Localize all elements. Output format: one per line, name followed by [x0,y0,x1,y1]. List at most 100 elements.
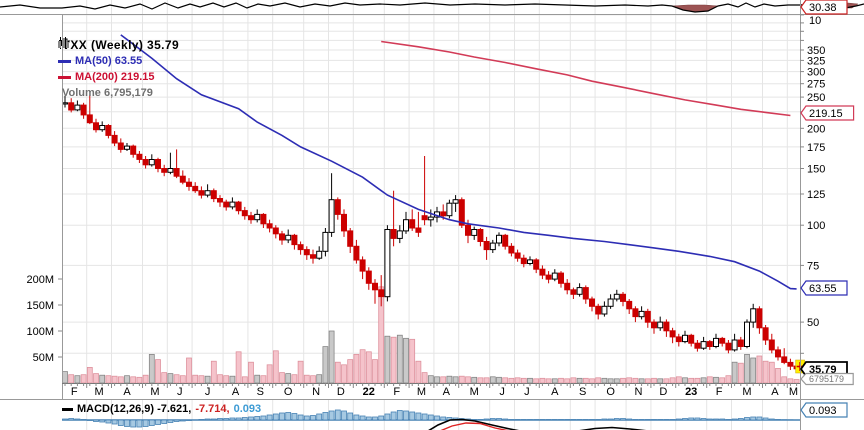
macd-hist-bar [106,420,111,423]
macd-signal-value: -7.714, [195,403,229,415]
legend-symbol-row: VXX (Weekly) 35.79 [58,37,179,53]
callout-value: 63.55 [809,283,837,295]
volume-bar [422,373,427,383]
macd-line [428,420,525,430]
volume-bar [627,378,632,383]
macd-hist-bar [732,419,737,420]
macd-hist-bar [87,420,92,421]
macd-hist-bar [683,419,688,421]
macd-hist-bar [236,418,241,420]
macd-hist-bar [484,419,489,420]
candle-body [732,340,737,350]
macd-hist-bar [435,416,440,420]
macd-hist-bar [118,420,123,426]
macd-hist-bar [776,420,781,421]
top-indicator-panel [0,3,864,12]
candle-body [707,342,712,347]
macd-hist-bar [534,420,539,421]
macd-hist-bar [131,420,136,427]
volume-bar [416,361,421,383]
volume-bar [273,351,278,383]
volume-bar [125,376,130,383]
volume-bar [205,376,210,383]
candle-body [63,103,68,104]
candle-body [94,123,99,130]
volume-bar [546,379,551,383]
macd-hist-bar [391,412,396,420]
month-axis-label: N [635,386,643,398]
candle-body [416,228,421,232]
candle-body [738,340,743,347]
macd-hist-bar [373,417,378,420]
candle-body [242,211,247,216]
candle-body [608,299,613,306]
volume-bar [298,361,303,383]
top-indicator-line [0,3,864,12]
price-axis-label: 250 [807,92,825,104]
macd-hist-bar [342,411,347,420]
macd-hist-bar [608,419,613,420]
macd-hist-bar [292,414,297,421]
macd-hist-bar [187,420,192,421]
volume-bar [292,375,297,383]
candle-body [404,220,409,231]
macd-hist-bar [360,416,365,420]
volume-bar [87,367,92,383]
macd-hist-bar [404,411,409,420]
candle-body [280,234,285,240]
volume-bar [720,378,725,383]
volume-bar [211,361,216,383]
macd-hist-bar [317,414,322,420]
volume-bar [143,375,148,383]
volume-bar [652,378,657,383]
volume-bar [590,379,595,383]
candle-body [664,322,669,331]
candle-body [125,146,130,149]
volume-bar [714,377,719,383]
candle-body [441,212,446,216]
macd-hist-bar [509,420,514,421]
volume-bar [404,338,409,383]
candle-body [695,343,700,348]
volume-bar [187,358,192,383]
candle-body [509,246,514,253]
macd-hist-bar [224,419,229,421]
candle-body [273,228,278,234]
ma200-label: MA(200) 219.15 [75,69,155,85]
volume-bar [751,358,756,383]
candle-body [211,191,216,199]
volume-bar [559,378,564,383]
volume-bar [348,360,353,383]
macd-hist-bar [422,414,427,420]
candle-body [577,288,582,295]
candle-body [621,294,626,301]
volume-bar [156,360,161,383]
callout-value: 0.093 [809,405,837,417]
candle-body [87,115,92,123]
macd-hist-bar [521,420,526,421]
candle-body [614,294,619,299]
volume-bar [317,375,322,383]
volume-bar [683,378,688,383]
volume-bar [112,376,117,383]
month-axis-label: D [659,386,667,398]
candle-body [329,200,334,233]
macd-hist-bar [255,417,260,421]
volume-bar [267,365,272,383]
price-axis-label: 100 [807,220,825,232]
price-axis-label: 200 [807,123,825,135]
month-axis-label: J [177,386,183,398]
macd-hist-bar [410,412,415,420]
candle-body [174,169,179,177]
candle-body [590,299,595,306]
ma200-line-icon [58,76,71,79]
month-axis-label: M [417,386,426,398]
volume-bar [131,377,136,383]
candle-body [106,126,111,136]
candle-body [261,214,266,223]
candle-body [763,328,768,340]
macd-hist-bar [100,420,105,422]
volume-bar [466,377,471,383]
macd-legend: MACD(12,26,9) -7.621, -7.714, 0.093 [62,403,261,415]
candle-body [689,335,694,343]
